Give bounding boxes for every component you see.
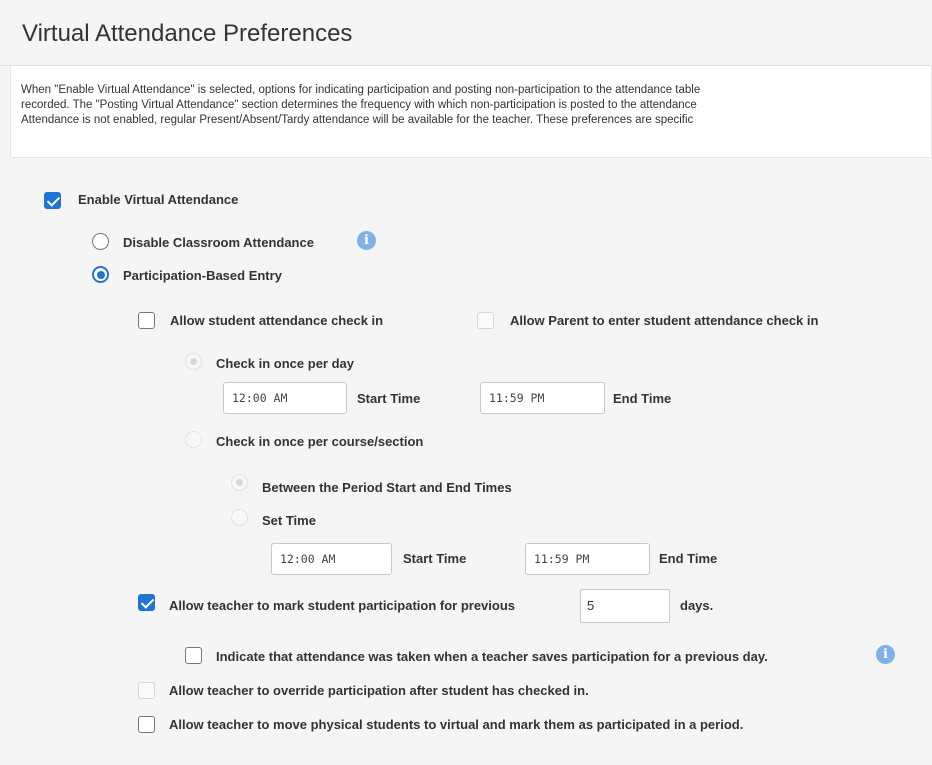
checkin-once-per-day-radio[interactable] — [185, 353, 202, 370]
description-line-2: recorded. The "Posting Virtual Attendanc… — [21, 99, 697, 111]
day-start-time-input[interactable]: 12:00 AM — [223, 382, 347, 414]
allow-student-checkin-checkbox[interactable] — [138, 312, 155, 329]
allow-parent-checkin-checkbox[interactable] — [477, 312, 494, 329]
checkin-once-per-day-label: Check in once per day — [216, 356, 354, 371]
participation-based-entry-label: Participation-Based Entry — [123, 268, 282, 283]
day-start-time-label: Start Time — [357, 391, 421, 406]
disable-classroom-attendance-radio[interactable] — [92, 233, 109, 250]
move-physical-students-label: Allow teacher to move physical students … — [169, 717, 744, 732]
participation-based-entry-radio[interactable] — [92, 266, 109, 283]
disable-classroom-attendance-label: Disable Classroom Attendance — [123, 235, 314, 250]
set-time-label: Set Time — [262, 513, 316, 528]
enable-virtual-attendance-checkbox[interactable] — [44, 192, 61, 209]
section-start-time-input[interactable]: 12:00 AM — [271, 543, 392, 575]
day-end-time-label: End Time — [613, 391, 672, 406]
checkin-per-course-label: Check in once per course/section — [216, 434, 424, 449]
indicate-attendance-taken-label: Indicate that attendance was taken when … — [216, 649, 768, 664]
previous-days-unit: days. — [680, 598, 714, 613]
day-end-time-input[interactable]: 11:59 PM — [480, 382, 605, 414]
previous-days-checkbox[interactable] — [138, 594, 155, 611]
previous-days-input[interactable]: 5 — [580, 589, 670, 623]
page-header: Virtual Attendance Preferences — [0, 0, 932, 66]
move-physical-students-checkbox[interactable] — [138, 716, 155, 733]
description-line-1: When "Enable Virtual Attendance" is sele… — [21, 84, 701, 96]
allow-student-checkin-label: Allow student attendance check in — [170, 313, 384, 328]
allow-parent-checkin-label: Allow Parent to enter student attendance… — [510, 313, 819, 328]
override-participation-checkbox[interactable] — [138, 682, 155, 699]
between-period-times-radio[interactable] — [231, 474, 248, 491]
set-time-radio[interactable] — [231, 509, 248, 526]
section-end-time-label: End Time — [659, 551, 718, 566]
info-icon[interactable]: i — [357, 231, 376, 250]
page-title: Virtual Attendance Preferences — [22, 20, 353, 47]
indicate-attendance-taken-checkbox[interactable] — [185, 647, 202, 664]
section-end-time-input[interactable]: 11:59 PM — [525, 543, 650, 575]
section-start-time-label: Start Time — [403, 551, 467, 566]
description-box: When "Enable Virtual Attendance" is sele… — [10, 66, 932, 158]
info-icon[interactable]: i — [876, 645, 895, 664]
checkin-per-course-radio[interactable] — [185, 431, 202, 448]
previous-days-label: Allow teacher to mark student participat… — [169, 598, 516, 613]
description-line-3: Attendance is not enabled, regular Prese… — [21, 114, 694, 126]
override-participation-label: Allow teacher to override participation … — [169, 683, 589, 698]
between-period-times-label: Between the Period Start and End Times — [262, 480, 512, 495]
enable-virtual-attendance-label: Enable Virtual Attendance — [78, 192, 239, 207]
